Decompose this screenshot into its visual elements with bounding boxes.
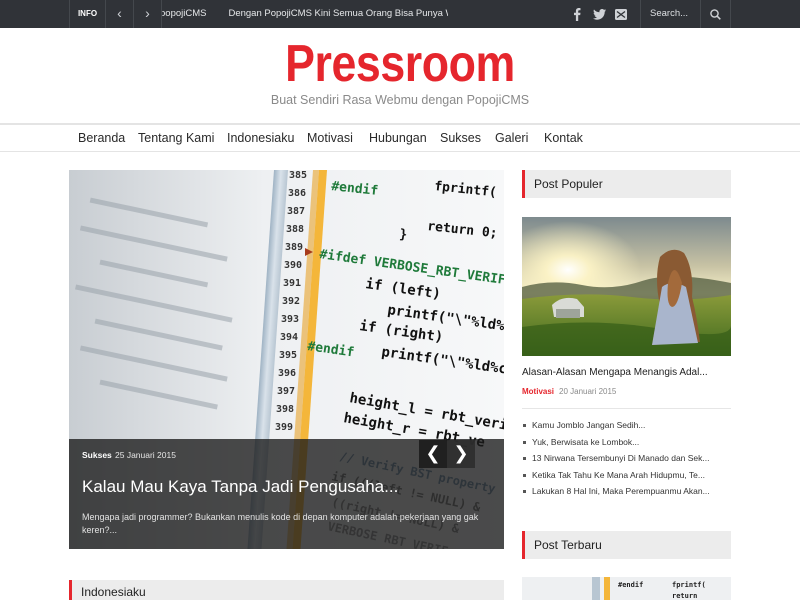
ticker-prev-button[interactable]: ‹: [106, 0, 134, 28]
section-title-text[interactable]: Indonesiaku: [81, 585, 146, 599]
popular-featured-title[interactable]: Alasan-Alasan Mengapa Menangis Adal...: [522, 367, 731, 378]
widget-title-popular: Post Populer: [522, 170, 731, 198]
search-input[interactable]: Search...: [640, 0, 700, 28]
svg-text:392: 392: [282, 296, 300, 307]
svg-text:396: 396: [278, 368, 296, 379]
nav-item-kontak[interactable]: Kontak: [544, 125, 583, 152]
svg-text:390: 390: [284, 260, 302, 271]
nav-item-hubungan[interactable]: Hubungan: [369, 125, 427, 152]
svg-text:386: 386: [288, 188, 306, 199]
svg-text:fprintf(: fprintf(: [672, 581, 706, 589]
svg-text:389: 389: [285, 242, 303, 253]
list-item[interactable]: Kamu Jomblo Jangan Sedih...: [522, 420, 731, 437]
popular-featured-image[interactable]: [522, 217, 731, 356]
nav-item-indonesiaku[interactable]: Indonesiaku: [227, 125, 294, 152]
search-icon[interactable]: [700, 0, 731, 28]
twitter-icon[interactable]: [588, 0, 610, 28]
popular-featured-category[interactable]: Motivasi: [522, 387, 554, 396]
facebook-icon[interactable]: [566, 0, 588, 28]
svg-text:388: 388: [286, 224, 304, 235]
slide-title[interactable]: Kalau Mau Kaya Tanpa Jadi Pengusaha...: [82, 477, 492, 497]
svg-text:#endif: #endif: [618, 581, 643, 589]
mail-icon[interactable]: [610, 0, 632, 28]
featured-slider[interactable]: 385 386 387 388 389 390 391 392 393 394 395 396 …: [69, 170, 504, 549]
popular-featured-date: 20 Januari 2015: [559, 387, 617, 396]
site-tagline: Buat Sendiri Rasa Webmu dengan PopojiCMS: [270, 93, 530, 107]
svg-text:return: return: [672, 592, 697, 600]
svg-text:395: 395: [279, 350, 297, 361]
ticker-item[interactable]: popojiCMS: [162, 0, 206, 28]
popular-list: Kamu Jomblo Jangan Sedih... Yuk, Berwisa…: [522, 420, 731, 503]
slider-next-button[interactable]: ❯: [447, 440, 475, 468]
svg-text:}: }: [399, 227, 408, 243]
slide-category[interactable]: Sukses: [82, 450, 112, 460]
list-item[interactable]: 13 Nirwana Tersembunyi Di Manado dan Sek…: [522, 453, 731, 470]
svg-text:399: 399: [275, 422, 293, 433]
top-bar: INFO ‹ › popojiCMS Dengan PopojiCMS Kini …: [0, 0, 800, 28]
divider: [522, 408, 731, 409]
svg-text:393: 393: [281, 314, 299, 325]
list-item[interactable]: Ketika Tak Tahu Ke Mana Arah Hidupmu, Te…: [522, 470, 731, 487]
svg-text:387: 387: [287, 206, 305, 217]
latest-featured-image[interactable]: #endif fprintf( return: [522, 577, 731, 600]
widget-title-text: Post Populer: [534, 177, 603, 191]
svg-text:397: 397: [277, 386, 295, 397]
main-nav: Beranda Tentang Kami Indonesiaku Motivas…: [0, 123, 800, 152]
nav-item-sukses[interactable]: Sukses: [440, 125, 481, 152]
site-logo[interactable]: Pressroom: [56, 34, 744, 94]
ticker-item[interactable]: Dengan PopojiCMS Kini Semua Orang Bisa P…: [228, 0, 448, 28]
slide-excerpt: Mengapa jadi programmer? Bukankan menuli…: [82, 512, 479, 535]
widget-title-latest: Post Terbaru: [522, 531, 731, 559]
nav-item-tentang-kami[interactable]: Tentang Kami: [138, 125, 214, 152]
slider-prev-button[interactable]: ❮: [419, 440, 447, 468]
slide-date: 25 Januari 2015: [115, 450, 176, 460]
news-ticker: popojiCMS Dengan PopojiCMS Kini Semua Ora…: [162, 0, 448, 28]
info-label: INFO: [69, 0, 106, 28]
svg-text:398: 398: [276, 404, 294, 415]
list-item[interactable]: Yuk, Berwisata ke Lombok...: [522, 437, 731, 454]
ticker-next-button[interactable]: ›: [134, 0, 162, 28]
nav-item-motivasi[interactable]: Motivasi: [307, 125, 353, 152]
svg-text:391: 391: [283, 278, 301, 289]
list-item[interactable]: Lakukan 8 Hal Ini, Maka Perempuanmu Akan…: [522, 486, 731, 503]
section-title-indonesiaku: Indonesiaku: [69, 580, 504, 600]
widget-title-text: Post Terbaru: [534, 538, 602, 552]
svg-text:385: 385: [289, 170, 307, 181]
nav-item-galeri[interactable]: Galeri: [495, 125, 528, 152]
svg-text:394: 394: [280, 332, 298, 343]
nav-item-beranda[interactable]: Beranda: [78, 125, 125, 152]
